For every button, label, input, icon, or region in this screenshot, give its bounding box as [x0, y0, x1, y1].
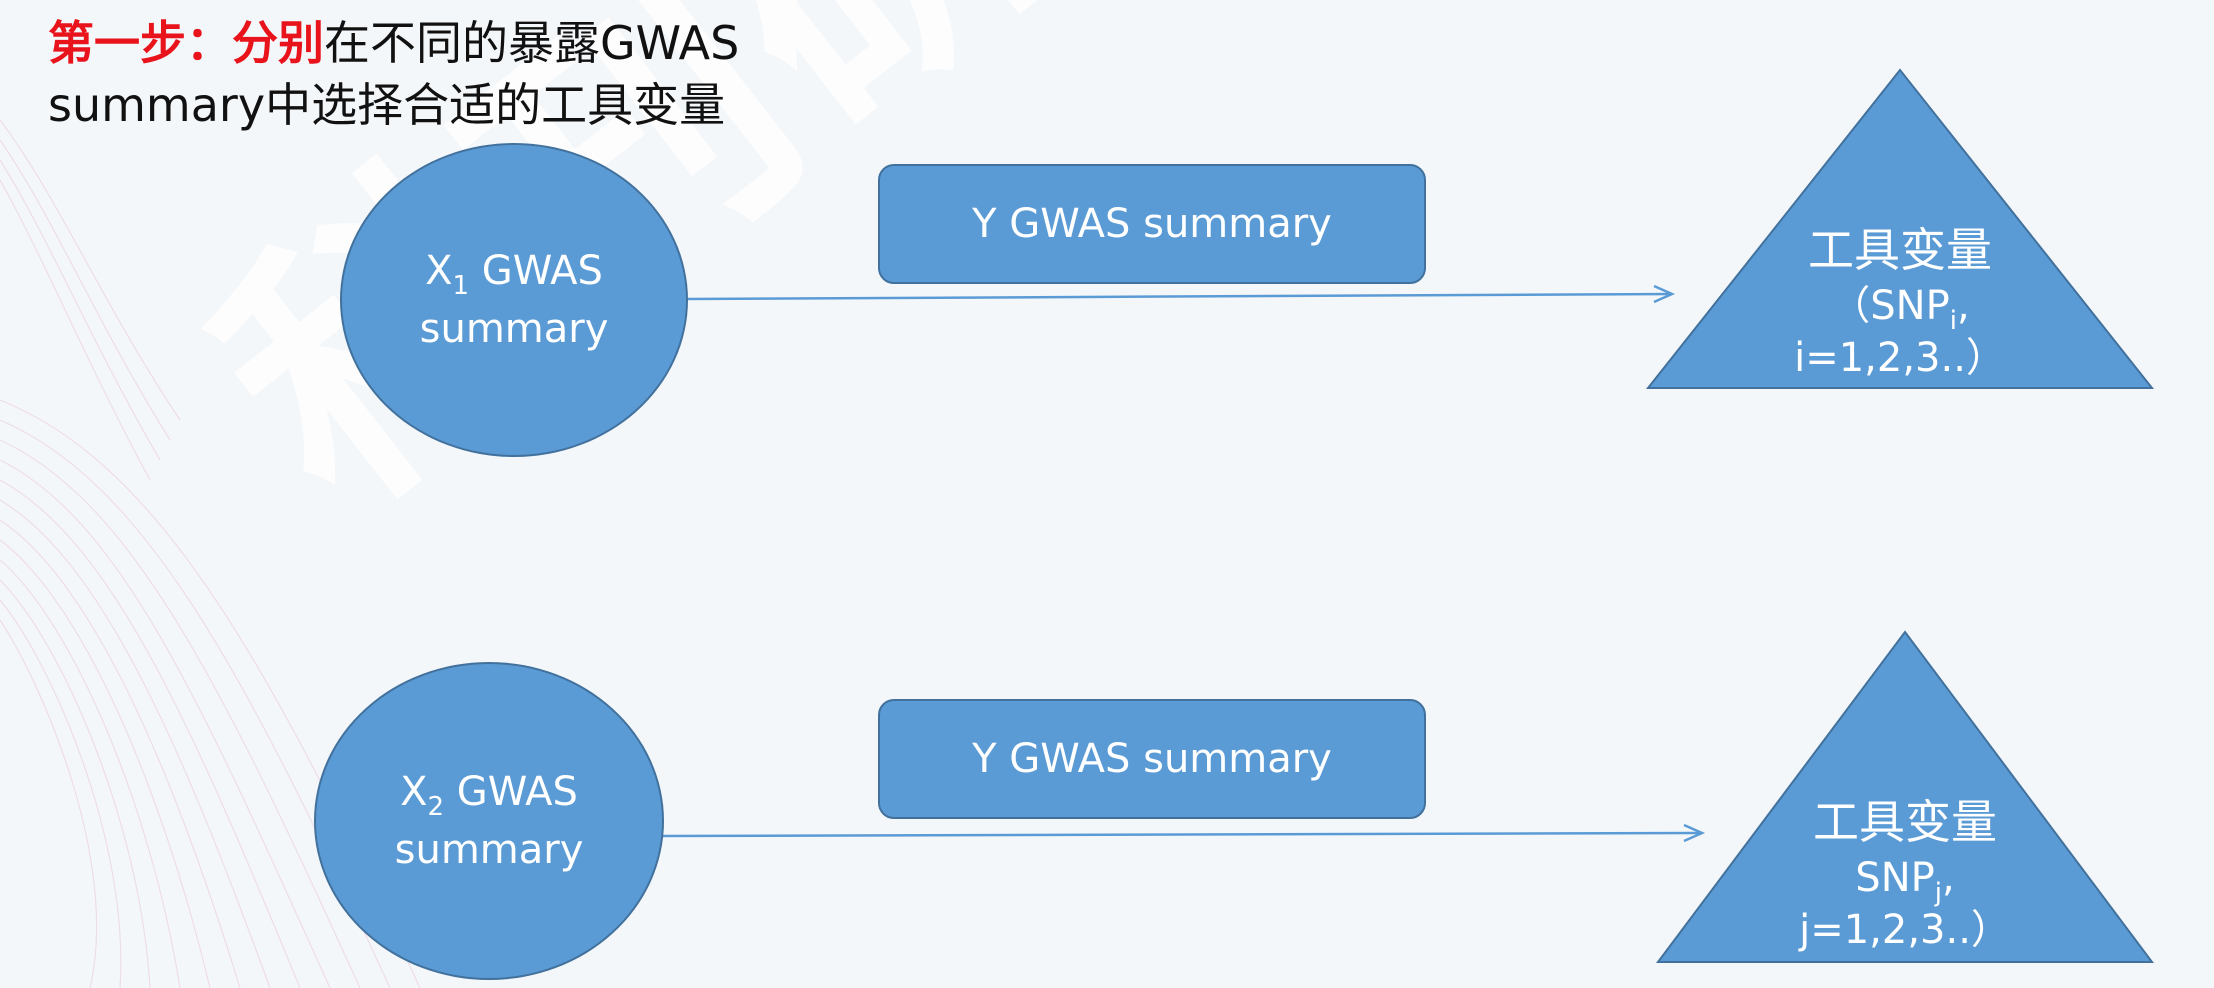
- instrument-1-index: i=1,2,3..）: [1794, 335, 2006, 381]
- outcome-box-2: Y GWAS summary: [878, 699, 1426, 819]
- instrument-2-snp: SNPj,: [1855, 855, 1955, 908]
- arrow-row-1: [685, 292, 1671, 301]
- exposure-1-line-2: summary: [419, 306, 609, 352]
- instrument-1-title: 工具变量: [1808, 223, 1992, 277]
- exposure-2-line-1: X2 GWAS: [400, 769, 578, 822]
- instrument-2-title: 工具变量: [1813, 795, 1997, 849]
- instrument-1-snp: （SNPi,: [1830, 283, 1970, 336]
- exposure-2-line-2: summary: [394, 827, 584, 873]
- instrument-2-label: 工具变量 SNPj, j=1,2,3..）: [1775, 792, 2035, 956]
- instrument-2-index: j=1,2,3..）: [1799, 907, 2011, 953]
- instrument-1-label: 工具变量 （SNPi, i=1,2,3..）: [1770, 220, 2030, 384]
- exposure-2-ellipse: X2 GWAS summary: [314, 662, 664, 980]
- arrow-row-2: [659, 831, 1701, 838]
- outcome-box-1: Y GWAS summary: [878, 164, 1426, 284]
- exposure-1-ellipse: X1 GWAS summary: [340, 143, 688, 457]
- exposure-1-line-1: X1 GWAS: [425, 248, 603, 301]
